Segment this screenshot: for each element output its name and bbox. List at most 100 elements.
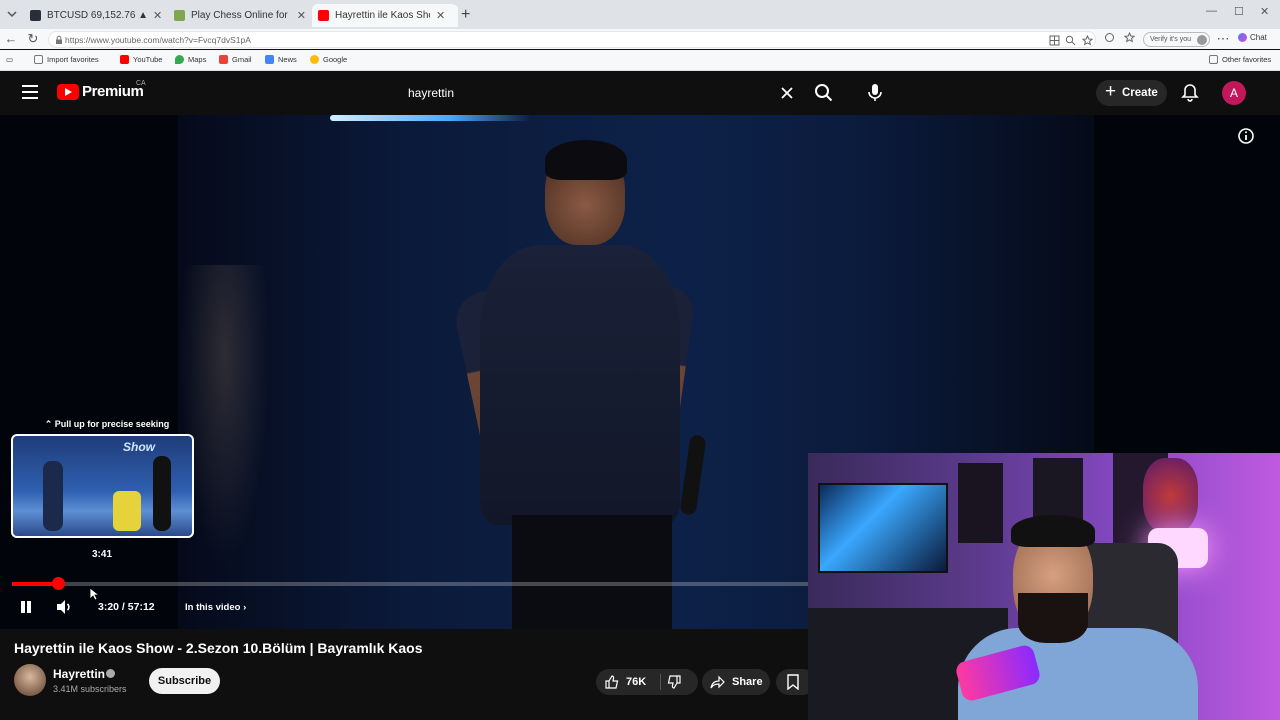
performer-jersey (480, 245, 680, 525)
bookmarks-bar: ▭ Import favorites YouTube Maps Gmail Ne… (0, 50, 1280, 71)
notifications-bell-icon[interactable] (1181, 83, 1199, 102)
streamer-beard (1018, 593, 1088, 643)
more-menu-icon[interactable]: ⋯ (1216, 32, 1230, 46)
webcam-monitor (818, 483, 948, 573)
youtube-masthead: Premium CA Create A (0, 71, 1280, 115)
bookmark-news[interactable]: News (265, 55, 297, 64)
pause-icon[interactable] (19, 599, 33, 615)
minimize-icon[interactable]: — (1206, 5, 1217, 17)
tab-close-icon[interactable]: ✕ (153, 9, 162, 22)
tab-title: BTCUSD 69,152.76 ▲ +0.34% AKA (47, 10, 147, 21)
bookmark-label: Gmail (232, 55, 252, 64)
verify-profile-button[interactable]: Verify it's you (1143, 32, 1210, 47)
bookmark-label: Google (323, 55, 348, 64)
thumbs-up-icon[interactable] (604, 674, 620, 690)
copilot-chat-button[interactable]: Chat (1238, 33, 1267, 42)
tab-btcusd[interactable]: BTCUSD 69,152.76 ▲ +0.34% AKA ✕ (24, 4, 172, 27)
thumbs-down-icon[interactable] (666, 674, 682, 690)
folder-icon (1209, 55, 1218, 64)
search-box (397, 79, 803, 107)
seek-preview-time: 3:41 (91, 549, 112, 560)
clear-search-icon[interactable] (778, 84, 796, 102)
tab-chess[interactable]: Play Chess Online for FREE - 2 Pla ✕ (168, 4, 312, 27)
tab-youtube-active[interactable]: Hayrettin ile Kaos Show - 2.Se ✕ (312, 4, 458, 27)
video-info-icon[interactable] (1237, 127, 1255, 145)
chat-label: Chat (1250, 33, 1267, 42)
bookmark-label: YouTube (133, 55, 163, 64)
progress-bar[interactable] (12, 577, 808, 590)
share-label: Share (732, 676, 763, 688)
mouse-cursor-icon (89, 587, 99, 601)
create-label: Create (1122, 87, 1158, 99)
webcam-figurine (1143, 458, 1198, 533)
in-this-video-label: In this video (185, 602, 241, 613)
volume-icon[interactable] (55, 599, 73, 615)
url-text: https://www.youtube.com/watch?v=Fvcq7dvS… (65, 35, 251, 45)
search-icon[interactable] (808, 79, 840, 107)
webcam-poster (958, 463, 1003, 543)
bookmark-gmail[interactable]: Gmail (219, 55, 252, 64)
subscribe-button[interactable]: Subscribe (149, 668, 220, 694)
tab-close-icon[interactable]: ✕ (436, 9, 445, 22)
new-tab-plus-icon[interactable]: + (461, 6, 470, 24)
share-arrow-icon (710, 675, 725, 689)
stage-light-bar (330, 115, 530, 121)
video-title: Hayrettin ile Kaos Show - 2.Sezon 10.Böl… (14, 640, 423, 656)
copilot-icon (1238, 33, 1247, 42)
news-icon (265, 55, 274, 64)
lock-icon (56, 35, 62, 44)
star-favorite-icon[interactable] (1082, 35, 1093, 46)
tab-title: Hayrettin ile Kaos Show - 2.Se (335, 10, 430, 21)
time-display: 3:20 / 57:12 (98, 601, 155, 613)
bookmark-other-favorites[interactable]: Other favorites (1209, 55, 1271, 64)
bookmark-label: News (278, 55, 297, 64)
gmail-icon (219, 55, 228, 64)
url-bar[interactable]: https://www.youtube.com/watch?v=Fvcq7dvS… (48, 31, 1096, 48)
bookmark-google[interactable]: Google (310, 55, 347, 64)
create-button[interactable]: Create (1096, 79, 1167, 106)
channel-avatar[interactable] (14, 664, 46, 696)
bookmark-youtube[interactable]: YouTube (120, 55, 162, 64)
close-window-icon[interactable]: ✕ (1260, 5, 1269, 18)
bookmark-import-favorites[interactable]: Import favorites (34, 55, 99, 64)
back-arrow-icon[interactable]: ← (4, 32, 18, 46)
precise-seeking-hint: ⌃ Pull up for precise seeking (44, 419, 170, 429)
scrubber-handle[interactable] (52, 577, 66, 590)
region-code: CA (136, 80, 146, 87)
youtube-icon (120, 55, 129, 64)
favorites-icon[interactable] (1124, 32, 1135, 43)
extensions-icon[interactable] (1104, 32, 1115, 43)
tab-actions-chevron-icon[interactable] (4, 6, 20, 22)
browser-tab-strip: BTCUSD 69,152.76 ▲ +0.34% AKA ✕ Play Che… (0, 0, 1280, 29)
zoom-icon[interactable] (1065, 35, 1076, 46)
performer-shorts (512, 515, 672, 629)
in-this-video-button[interactable]: In this video › (185, 602, 246, 613)
import-icon (34, 55, 43, 64)
bookmark-label: Other favorites (1222, 55, 1272, 64)
search-input[interactable] (397, 79, 803, 107)
youtube-play-logo-icon (57, 83, 79, 100)
bookmark-maps[interactable]: Maps (175, 55, 206, 64)
bookmark-label: Maps (188, 55, 207, 64)
channel-name[interactable]: Hayrettin (53, 667, 105, 681)
tradingview-favicon-icon (30, 10, 41, 21)
verified-check-icon (106, 669, 115, 678)
bookmark-save-icon (787, 674, 799, 690)
preview-hint-text: Pull up for precise seeking (54, 419, 170, 429)
like-count[interactable]: 76K (626, 669, 646, 695)
sidebar-toggle-icon[interactable]: ▭ (6, 55, 13, 64)
account-avatar[interactable]: A (1222, 81, 1246, 105)
voice-search-mic-icon[interactable] (861, 78, 889, 106)
hamburger-menu-icon[interactable] (22, 85, 38, 99)
maps-icon (175, 55, 184, 64)
share-button[interactable]: Share (702, 669, 770, 695)
reload-icon[interactable]: ↻ (26, 32, 40, 46)
maximize-icon[interactable]: ☐ (1234, 5, 1244, 18)
tab-close-icon[interactable]: ✕ (297, 9, 306, 22)
logo-text: Premium (82, 83, 144, 100)
tab-title: Play Chess Online for FREE - 2 Pla (191, 10, 291, 21)
subscriber-count: 3.41M subscribers (53, 684, 127, 694)
address-toolbar: ← ↻ https://www.youtube.com/watch?v=Fvcq… (0, 29, 1280, 49)
app-grid-icon[interactable] (1049, 35, 1060, 46)
youtube-premium-logo[interactable]: Premium CA (57, 80, 146, 100)
